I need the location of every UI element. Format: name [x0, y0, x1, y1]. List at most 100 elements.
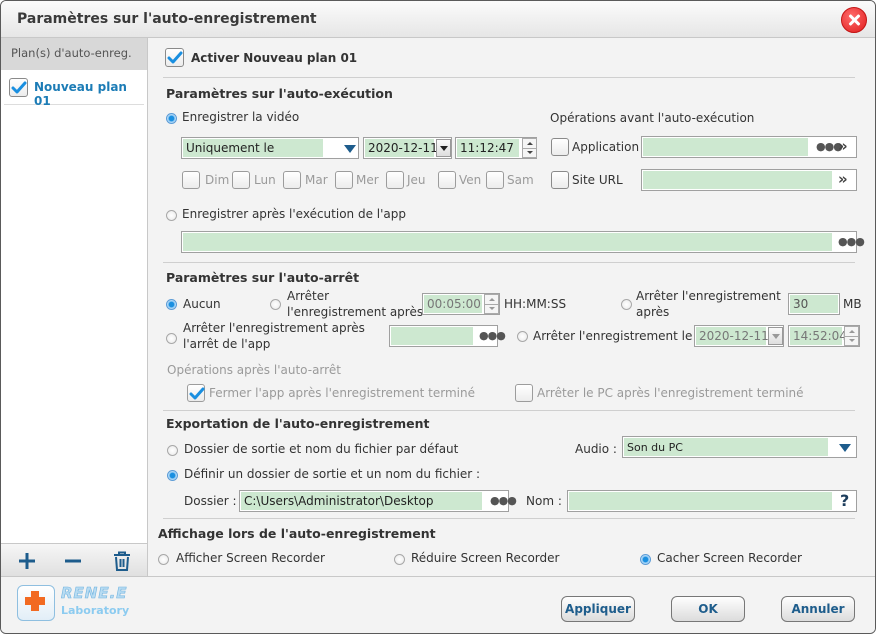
divider [163, 77, 855, 78]
activate-plan-checkbox[interactable] [165, 48, 184, 67]
application-label: Application [572, 140, 640, 154]
site-url-label: Site URL [572, 173, 623, 187]
day-checkbox-dim[interactable] [182, 171, 200, 189]
logo-icon [17, 585, 55, 621]
help-icon[interactable]: ? [840, 491, 849, 510]
brand-name: RENE.E [61, 584, 128, 603]
stop-after-app-label: l'arrêt de l'app [183, 337, 271, 351]
record-after-app-label: Enregistrer après l'exécution de l'app [182, 207, 406, 221]
duration-input[interactable]: 00:05:00 [422, 293, 500, 315]
stop-time-input[interactable]: 14:52:04 [788, 325, 860, 347]
shutdown-pc-label: Arrêter le PC après l'enregistrement ter… [537, 386, 804, 400]
browse-icon[interactable]: ●●● [490, 494, 517, 507]
close-app-label: Fermer l'app après l'enregistrement term… [209, 386, 475, 400]
brand-sub: Laboratory [61, 604, 130, 617]
day-checkbox-jeu[interactable] [386, 171, 404, 189]
browse-icon[interactable]: ●●● [479, 329, 506, 342]
custom-output-radio[interactable] [167, 470, 178, 481]
schedule-mode-select[interactable]: Uniquement le [181, 137, 359, 159]
ok-button[interactable]: OK [671, 596, 745, 622]
display-title: Affichage lors de l'auto-enregistrement [158, 526, 436, 541]
double-chevron-right-icon[interactable]: » [838, 137, 848, 155]
audio-label: Audio : [575, 442, 617, 456]
stop-after-duration-radio[interactable] [270, 299, 281, 310]
stop-at-time-radio[interactable] [517, 331, 528, 342]
time-spinner[interactable] [522, 138, 537, 158]
stop-date-picker[interactable]: 2020-12-11 [694, 325, 784, 347]
shutdown-pc-checkbox[interactable] [515, 384, 533, 402]
plan-checkbox[interactable] [9, 78, 28, 97]
start-date-picker[interactable]: 2020-12-11 [363, 137, 452, 159]
close-app-checkbox[interactable] [187, 384, 205, 402]
custom-output-label: Définir un dossier de sortie et un nom d… [184, 467, 481, 481]
day-label: Ven [459, 173, 482, 187]
after-app-path-input[interactable]: ●●● [181, 231, 865, 253]
record-after-app-radio[interactable] [166, 210, 177, 221]
calendar-dropdown-icon[interactable] [436, 139, 451, 157]
stop-after-app-radio[interactable] [166, 333, 177, 344]
stop-after-size-label: après [636, 305, 670, 319]
calendar-dropdown-icon[interactable] [768, 327, 783, 345]
remove-plan-button[interactable] [62, 550, 84, 572]
auto-stop-title: Paramètres sur l'auto-arrêt [166, 270, 360, 285]
duration-spinner[interactable] [484, 294, 499, 314]
add-plan-button[interactable] [16, 550, 38, 572]
size-input[interactable]: 30 [788, 293, 840, 315]
filename-input[interactable]: ? [567, 490, 857, 512]
duration-value: 00:05:00 [427, 297, 481, 311]
application-path-input[interactable]: ●●● » [641, 136, 857, 158]
stop-after-duration-label: l'enregistrement après [287, 305, 424, 319]
start-time-input[interactable]: 11:12:47 [455, 137, 537, 159]
stop-none-radio[interactable] [166, 299, 177, 310]
medical-cross-icon [25, 591, 45, 611]
site-url-input[interactable]: » [641, 169, 857, 191]
sidebar-header: Plan(s) d'auto-enreg. [1, 38, 147, 70]
close-button[interactable] [841, 7, 867, 33]
start-time-value: 11:12:47 [460, 141, 514, 155]
auto-exec-title: Paramètres sur l'auto-exécution [166, 86, 393, 101]
chevron-down-icon [344, 145, 356, 153]
record-video-radio[interactable] [166, 113, 177, 124]
audio-select[interactable]: Son du PC [622, 436, 857, 458]
application-checkbox[interactable] [551, 138, 569, 156]
stop-time-spinner[interactable] [844, 326, 859, 346]
show-recorder-radio[interactable] [158, 554, 169, 565]
day-checkbox-mer[interactable] [335, 171, 353, 189]
plan-item[interactable]: Nouveau plan 01 [4, 70, 144, 108]
size-unit: MB [843, 297, 862, 311]
apply-button[interactable]: Appliquer [561, 596, 635, 622]
day-checkbox-lun[interactable] [232, 171, 250, 189]
chevron-down-icon [839, 444, 851, 452]
folder-input[interactable]: C:\Users\Administrator\Desktop ●●● [239, 490, 517, 512]
day-label: Sam [507, 173, 534, 187]
minus-icon [65, 559, 81, 563]
stop-app-path-input[interactable]: ●●● [389, 325, 506, 347]
divider [163, 410, 855, 411]
hide-recorder-radio[interactable] [640, 554, 651, 565]
delete-plan-button[interactable] [111, 550, 133, 572]
stop-none-label: Aucun [183, 297, 221, 311]
plus-icon [19, 553, 35, 569]
browse-icon[interactable]: ●●● [838, 235, 865, 248]
day-checkbox-mar[interactable] [283, 171, 301, 189]
plans-sidebar: Plan(s) d'auto-enreg. Nouveau plan 01 [1, 38, 148, 576]
default-output-label: Dossier de sortie et nom du fichier par … [184, 442, 459, 456]
duration-unit: HH:MM:SS [504, 297, 567, 311]
site-url-checkbox[interactable] [551, 171, 569, 189]
day-checkbox-sam[interactable] [486, 171, 504, 189]
default-output-radio[interactable] [167, 445, 178, 456]
hide-recorder-label: Cacher Screen Recorder [657, 551, 802, 565]
schedule-mode-value: Uniquement le [186, 141, 275, 155]
cancel-button[interactable]: Annuler [781, 596, 855, 622]
stop-after-duration-label: Arrêter [287, 289, 330, 303]
stop-after-size-label: Arrêter l'enregistrement [636, 289, 781, 303]
post-ops-title: Opérations après l'auto-arrêt [167, 363, 341, 377]
minimize-recorder-radio[interactable] [394, 554, 405, 565]
folder-value: C:\Users\Administrator\Desktop [244, 494, 434, 508]
stop-after-app-label: Arrêter l'enregistrement après [183, 321, 365, 335]
trash-icon [114, 551, 130, 571]
double-chevron-right-icon[interactable]: » [838, 170, 848, 188]
day-checkbox-ven[interactable] [438, 171, 456, 189]
record-video-label: Enregistrer la vidéo [182, 110, 300, 124]
stop-after-size-radio[interactable] [621, 299, 632, 310]
